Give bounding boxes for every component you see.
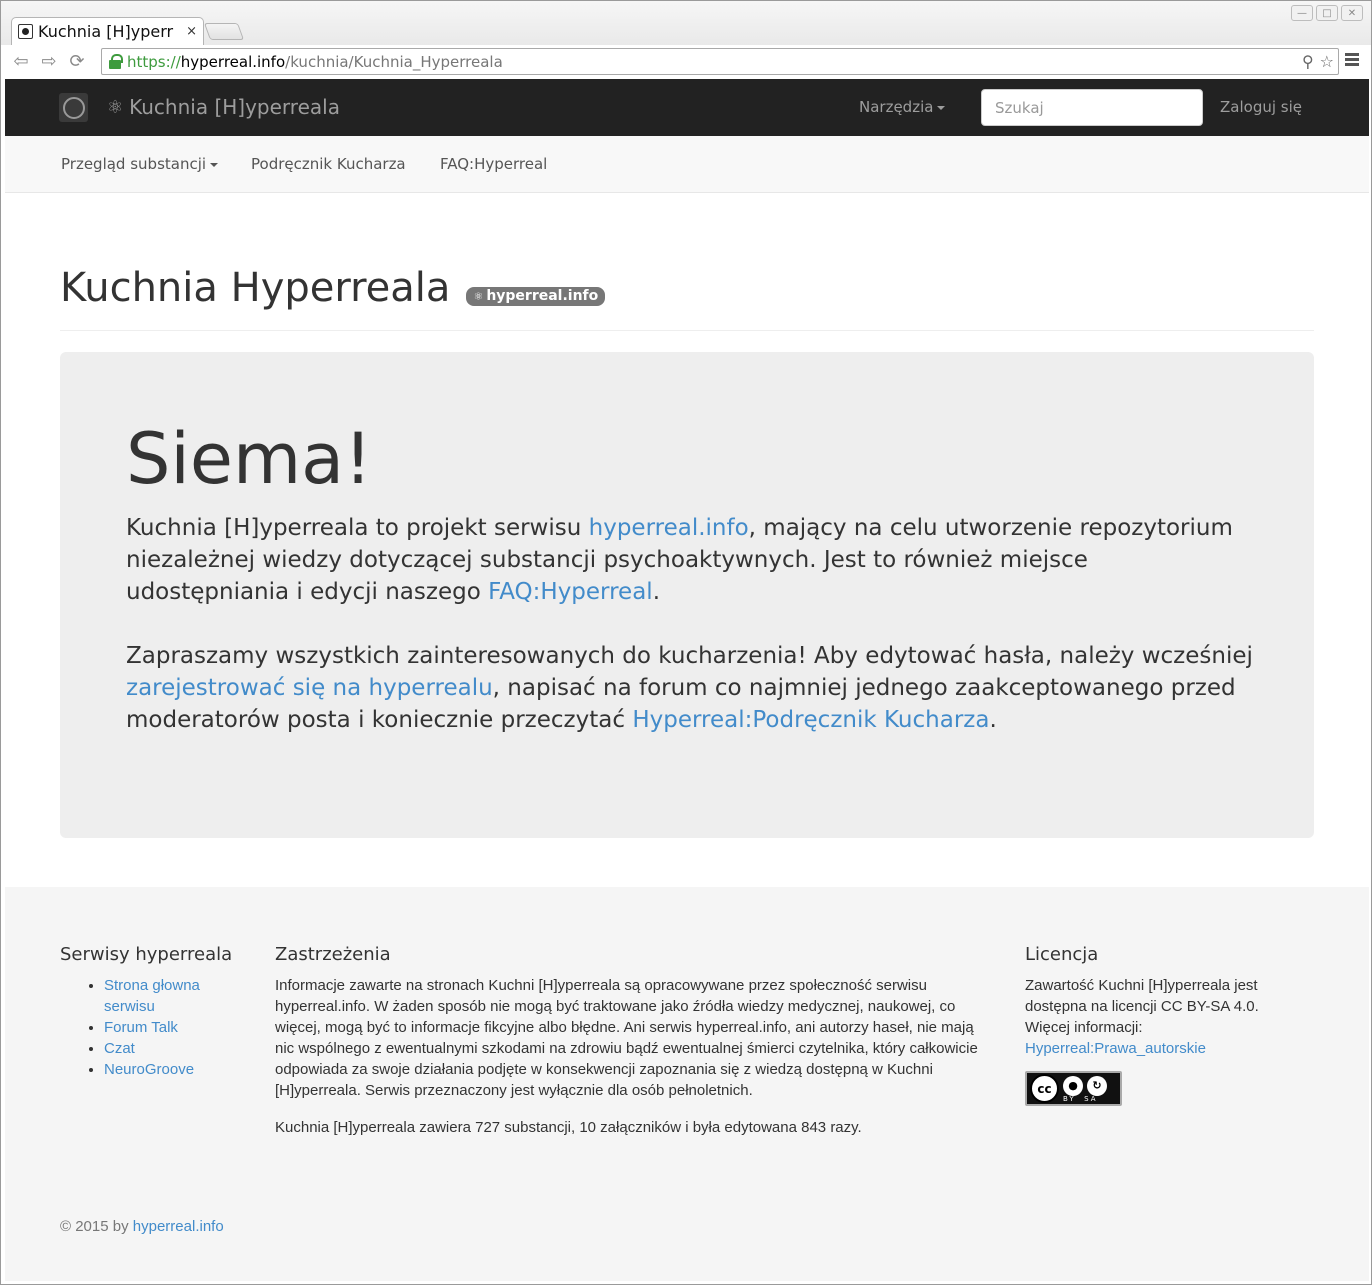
list-item: NeuroGroove <box>104 1059 250 1080</box>
text: . <box>652 579 660 605</box>
browser-toolbar: ⇦ ⇨ ⟳ https://hyperreal.info/kuchnia/Kuc… <box>1 45 1371 78</box>
flask-icon: ⚛ <box>473 289 484 303</box>
browser-window: Kuchnia [H]yperr × — □ ✕ ⇦ ⇨ ⟳ https://h… <box>0 0 1372 1285</box>
page-title: Kuchnia Hyperreala ⚛ hyperreal.info <box>60 265 606 311</box>
cc-badge-text: BY SA <box>1063 1095 1098 1103</box>
stats-text: Kuchnia [H]yperreala zawiera 727 substan… <box>275 1119 862 1136</box>
text: Zawartość Kuchni [H]yperreala jest dostę… <box>1025 977 1259 1036</box>
tools-dropdown[interactable]: Narzędzia <box>859 98 946 116</box>
window-controls: — □ ✕ <box>1291 5 1363 21</box>
list-item: Forum Talk <box>104 1017 250 1038</box>
cc-license-badge[interactable]: cc ● ↻ BY SA <box>1025 1071 1122 1106</box>
footer-services-title: Serwisy hyperreala <box>60 944 233 965</box>
text: . <box>989 707 997 733</box>
footer: Serwisy hyperreala Strona głowna serwisu… <box>5 887 1369 1281</box>
zoom-icon[interactable]: ⚲ <box>1302 52 1314 71</box>
license-text: Zawartość Kuchni [H]yperreala jest dostę… <box>1025 975 1295 1059</box>
subnav-item-handbook[interactable]: Podręcznik Kucharza <box>251 155 406 173</box>
subnav-item-substances[interactable]: Przegląd substancji <box>61 155 219 173</box>
login-link[interactable]: Zaloguj się <box>1220 98 1302 116</box>
by-icon: ● <box>1063 1075 1083 1096</box>
tools-label: Narzędzia <box>859 98 934 116</box>
service-link-home[interactable]: Strona głowna serwisu <box>104 977 200 1015</box>
footer-disclaimer: Zastrzeżenia Informacje zawarte na stron… <box>275 944 993 1138</box>
tab-close-icon[interactable]: × <box>186 24 197 39</box>
service-link-neurogroove[interactable]: NeuroGroove <box>104 1061 194 1078</box>
maximize-button[interactable]: □ <box>1316 5 1338 21</box>
reload-icon[interactable]: ⟳ <box>63 48 91 76</box>
services-list: Strona głowna serwisu Forum Talk Czat Ne… <box>60 975 250 1080</box>
browser-tab[interactable]: Kuchnia [H]yperr × <box>11 17 204 45</box>
text: Kuchnia [H]yperreala to projekt serwisu <box>126 515 589 541</box>
copyright: © 2015 by hyperreal.info <box>60 1218 224 1235</box>
brand-text: Kuchnia [H]yperreala <box>129 95 340 119</box>
address-bar[interactable]: https://hyperreal.info/kuchnia/Kuchnia_H… <box>101 48 1339 75</box>
url-path: /kuchnia/Kuchnia_Hyperreala <box>285 52 503 71</box>
footer-services: Serwisy hyperreala Strona głowna serwisu… <box>60 944 250 1080</box>
welcome-paragraph-2: Zapraszamy wszystkich zainteresowanych d… <box>126 640 1256 736</box>
cc-icon: cc <box>1030 1074 1059 1103</box>
welcome-paragraph-1: Kuchnia [H]yperreala to projekt serwisu … <box>126 512 1256 608</box>
top-navbar: ⚛ Kuchnia [H]yperreala Narzędzia Zaloguj… <box>5 79 1369 136</box>
license-link[interactable]: Hyperreal:Prawa_autorskie <box>1025 1040 1206 1057</box>
copyright-link[interactable]: hyperreal.info <box>133 1218 224 1235</box>
welcome-title: Siema! <box>126 418 373 500</box>
lock-icon <box>107 52 125 72</box>
text: © 2015 by <box>60 1218 133 1235</box>
list-item: Strona głowna serwisu <box>104 975 250 1017</box>
hyperreal-link[interactable]: hyperreal.info <box>589 515 749 541</box>
text: Zapraszamy wszystkich zainteresowanych d… <box>126 643 1253 669</box>
back-icon[interactable]: ⇦ <box>7 48 35 76</box>
tab-title: Kuchnia [H]yperr <box>38 22 174 41</box>
caret-down-icon <box>210 162 219 167</box>
list-item: Czat <box>104 1038 250 1059</box>
page-title-text: Kuchnia Hyperreala <box>60 265 451 311</box>
favicon-icon <box>18 24 33 39</box>
service-link-chat[interactable]: Czat <box>104 1040 135 1057</box>
footer-disclaimer-title: Zastrzeżenia <box>275 944 391 965</box>
welcome-content: Siema! Kuchnia [H]yperreala to projekt s… <box>126 424 1256 768</box>
close-window-button[interactable]: ✕ <box>1341 5 1363 21</box>
welcome-panel: Siema! Kuchnia [H]yperreala to projekt s… <box>60 352 1314 838</box>
brand-link[interactable]: ⚛ Kuchnia [H]yperreala <box>107 95 340 119</box>
cc-sa-label: SA <box>1084 1095 1098 1103</box>
site-badge-text: hyperreal.info <box>486 288 599 304</box>
search-input[interactable] <box>981 89 1203 126</box>
register-link[interactable]: zarejestrować się na hyperrealu <box>126 675 493 701</box>
site-badge: ⚛ hyperreal.info <box>466 286 606 306</box>
omnibox-actions: ⚲ ☆ <box>1302 52 1334 71</box>
footer-license-title: Licencja <box>1025 944 1099 965</box>
menu-icon[interactable] <box>1345 53 1359 67</box>
forward-icon[interactable]: ⇨ <box>35 48 63 76</box>
secondary-navbar: Przegląd substancji Podręcznik Kucharza … <box>5 136 1369 193</box>
footer-license: Licencja Zawartość Kuchni [H]yperreala j… <box>1025 944 1295 1106</box>
subnav-label: Przegląd substancji <box>61 155 207 173</box>
new-tab-button[interactable] <box>203 23 245 40</box>
browser-titlebar: Kuchnia [H]yperr × — □ ✕ <box>1 1 1371 45</box>
disclaimer-text: Informacje zawarte na stronach Kuchni [H… <box>275 977 978 1099</box>
sa-icon: ↻ <box>1087 1075 1107 1096</box>
site-logo-icon[interactable] <box>59 93 88 122</box>
minimize-button[interactable]: — <box>1291 5 1313 21</box>
faq-link[interactable]: FAQ:Hyperreal <box>488 579 653 605</box>
service-link-forum[interactable]: Forum Talk <box>104 1019 178 1036</box>
url-text: https://hyperreal.info/kuchnia/Kuchnia_H… <box>127 53 503 71</box>
star-icon[interactable]: ☆ <box>1320 52 1334 71</box>
page-viewport: ⚛ Kuchnia [H]yperreala Narzędzia Zaloguj… <box>5 79 1369 1281</box>
page-header: Kuchnia Hyperreala ⚛ hyperreal.info <box>60 242 1314 331</box>
url-scheme: https:// <box>127 52 181 71</box>
cc-by-label: BY <box>1063 1095 1076 1103</box>
subnav-item-faq[interactable]: FAQ:Hyperreal <box>440 155 547 173</box>
url-host: hyperreal.info <box>180 52 286 71</box>
caret-down-icon <box>937 105 946 110</box>
handbook-link[interactable]: Hyperreal:Podręcznik Kucharza <box>632 707 989 733</box>
flask-icon: ⚛ <box>107 96 124 118</box>
